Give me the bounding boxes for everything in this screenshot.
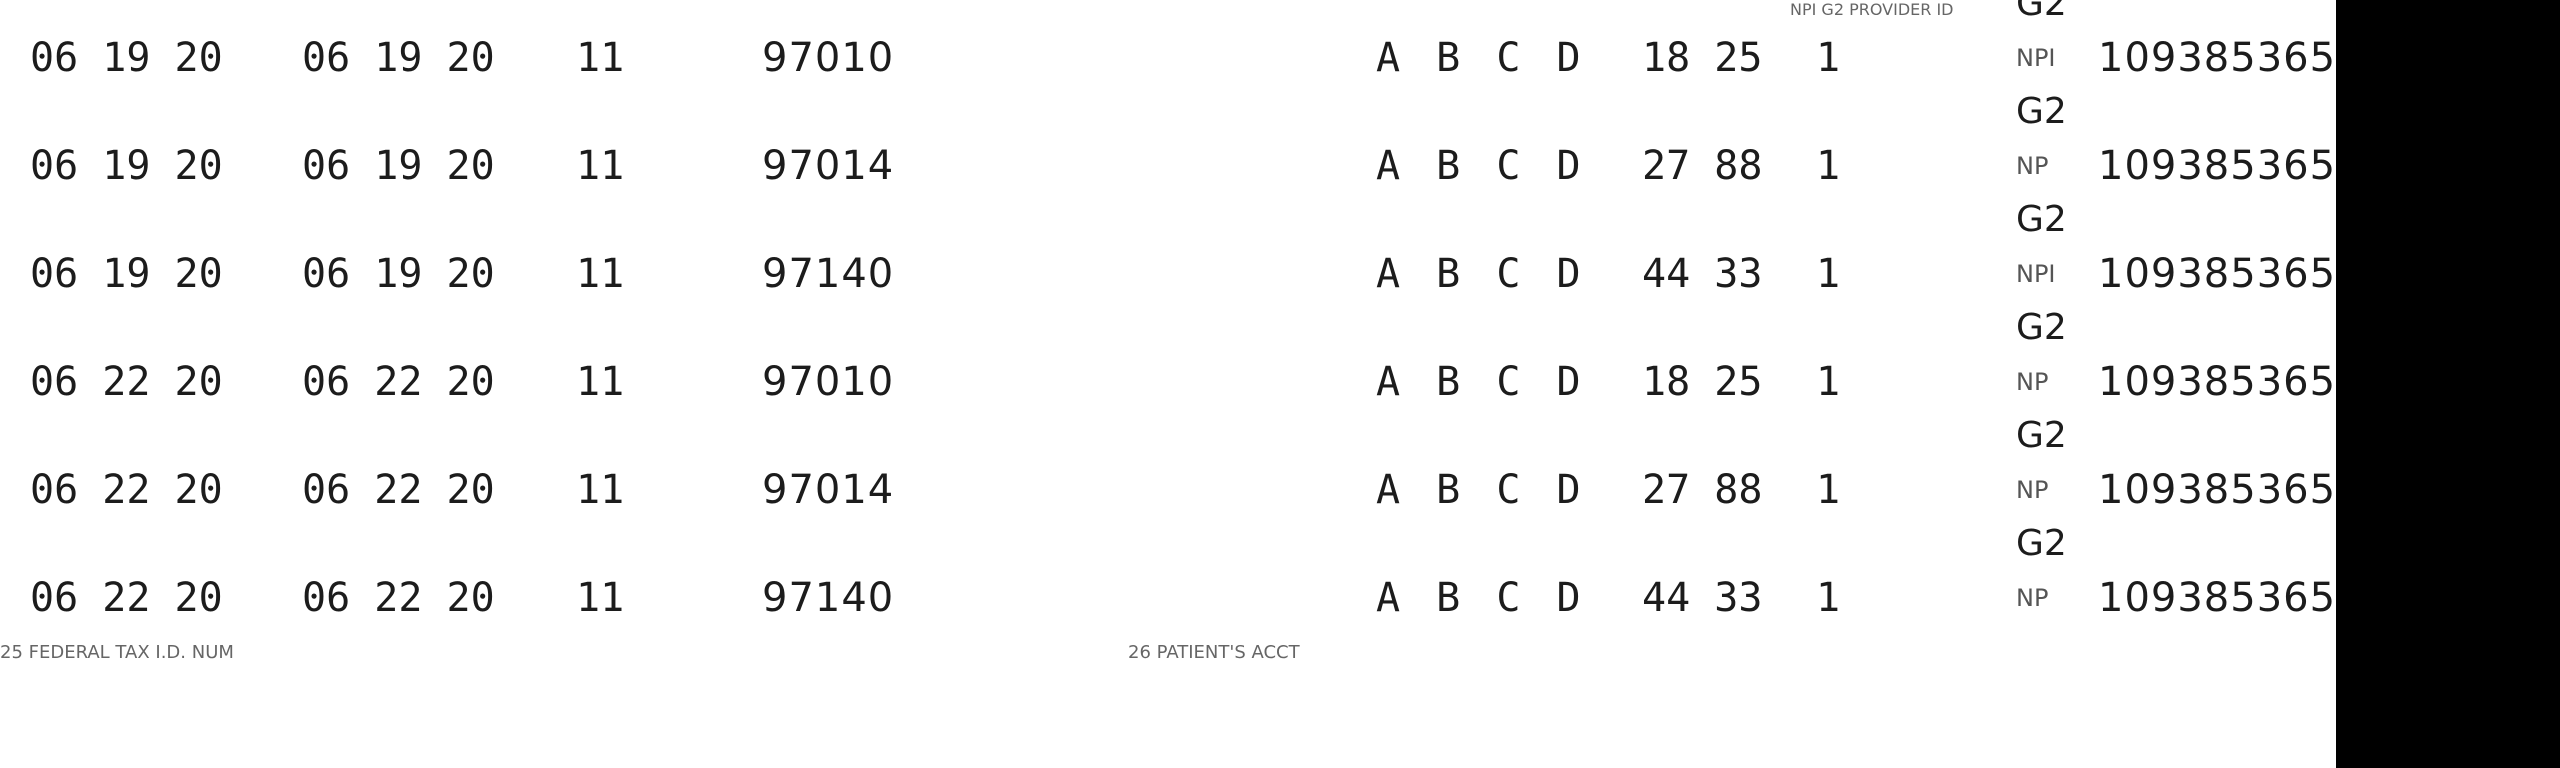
provider-id: 1093853657: [2098, 35, 2363, 81]
table-row: G2 06 22 20 06 22 20 11 97014 A B C D 27…: [0, 418, 2362, 576]
qualifier: G2: [2016, 307, 2067, 348]
cpt-code: 97010: [762, 35, 895, 81]
header-partial-text: NPI G2 PROVIDER ID: [1790, 0, 1954, 19]
npi-label: NPI: [2016, 260, 2056, 288]
units: 1: [1816, 251, 1841, 297]
date-from: 06 22 20: [30, 467, 223, 513]
date-to: 06 22 20: [302, 359, 495, 405]
date-from: 06 22 20: [30, 359, 223, 405]
npi-label: NP: [2016, 584, 2049, 612]
table-row: G2 06 19 20 06 19 20 11 97140 A B C D 44…: [0, 202, 2362, 360]
units: 1: [1816, 143, 1841, 189]
provider-id: 1093853657: [2098, 575, 2363, 621]
qualifier: G2: [2016, 199, 2067, 240]
claim-form-scan: G2 06 19 20 06 19 20 11 97010 A B C D 18…: [0, 0, 2560, 768]
place-of-service: 11: [576, 251, 625, 297]
qualifier: G2: [2016, 415, 2067, 456]
diagnosis-pointer: A B C D: [1376, 35, 1587, 81]
diagnosis-pointer: A B C D: [1376, 467, 1587, 513]
cpt-code: 97014: [762, 143, 895, 189]
diagnosis-pointer: A B C D: [1376, 359, 1587, 405]
table-row: G2 06 19 20 06 19 20 11 97010 A B C D 18…: [0, 0, 2362, 144]
qualifier: G2: [2016, 91, 2067, 132]
diagnosis-pointer: A B C D: [1376, 143, 1587, 189]
charges: 27 88: [1642, 467, 1763, 513]
provider-id: 1093853657: [2098, 467, 2363, 513]
diagnosis-pointer: A B C D: [1376, 251, 1587, 297]
npi-label: NP: [2016, 152, 2049, 180]
date-from: 06 19 20: [30, 35, 223, 81]
date-to: 06 22 20: [302, 467, 495, 513]
table-row: G2 06 22 20 06 22 20 11 97010 A B C D 18…: [0, 310, 2362, 468]
table-row: G2 06 19 20 06 19 20 11 97014 A B C D 27…: [0, 94, 2362, 252]
cpt-code: 97140: [762, 251, 895, 297]
units: 1: [1816, 575, 1841, 621]
units: 1: [1816, 467, 1841, 513]
place-of-service: 11: [576, 575, 625, 621]
charges: 44 33: [1642, 251, 1763, 297]
scan-edge-black-bar: [2336, 0, 2560, 768]
cpt-code: 97014: [762, 467, 895, 513]
table-row: G2 06 22 20 06 22 20 11 97140 A B C D 44…: [0, 526, 2362, 684]
diagnosis-pointer: A B C D: [1376, 575, 1587, 621]
units: 1: [1816, 35, 1841, 81]
provider-id: 1093853657: [2098, 251, 2363, 297]
charges: 18 25: [1642, 359, 1763, 405]
date-from: 06 22 20: [30, 575, 223, 621]
date-to: 06 19 20: [302, 251, 495, 297]
date-to: 06 19 20: [302, 35, 495, 81]
place-of-service: 11: [576, 35, 625, 81]
cpt-code: 97010: [762, 359, 895, 405]
provider-id: 1093853657: [2098, 143, 2363, 189]
charges: 27 88: [1642, 143, 1763, 189]
qualifier: G2: [2016, 0, 2067, 24]
provider-id: 1093853657: [2098, 359, 2363, 405]
npi-label: NP: [2016, 368, 2049, 396]
charges: 44 33: [1642, 575, 1763, 621]
place-of-service: 11: [576, 359, 625, 405]
npi-label: NP: [2016, 476, 2049, 504]
date-to: 06 22 20: [302, 575, 495, 621]
npi-label: NPI: [2016, 44, 2056, 72]
date-from: 06 19 20: [30, 251, 223, 297]
footer-federal-tax-label: 25 FEDERAL TAX I.D. NUM: [0, 642, 234, 663]
units: 1: [1816, 359, 1841, 405]
footer-patient-acct-label: 26 PATIENT'S ACCT: [1128, 642, 1300, 663]
date-from: 06 19 20: [30, 143, 223, 189]
charges: 18 25: [1642, 35, 1763, 81]
cpt-code: 97140: [762, 575, 895, 621]
place-of-service: 11: [576, 467, 625, 513]
qualifier: G2: [2016, 523, 2067, 564]
date-to: 06 19 20: [302, 143, 495, 189]
place-of-service: 11: [576, 143, 625, 189]
